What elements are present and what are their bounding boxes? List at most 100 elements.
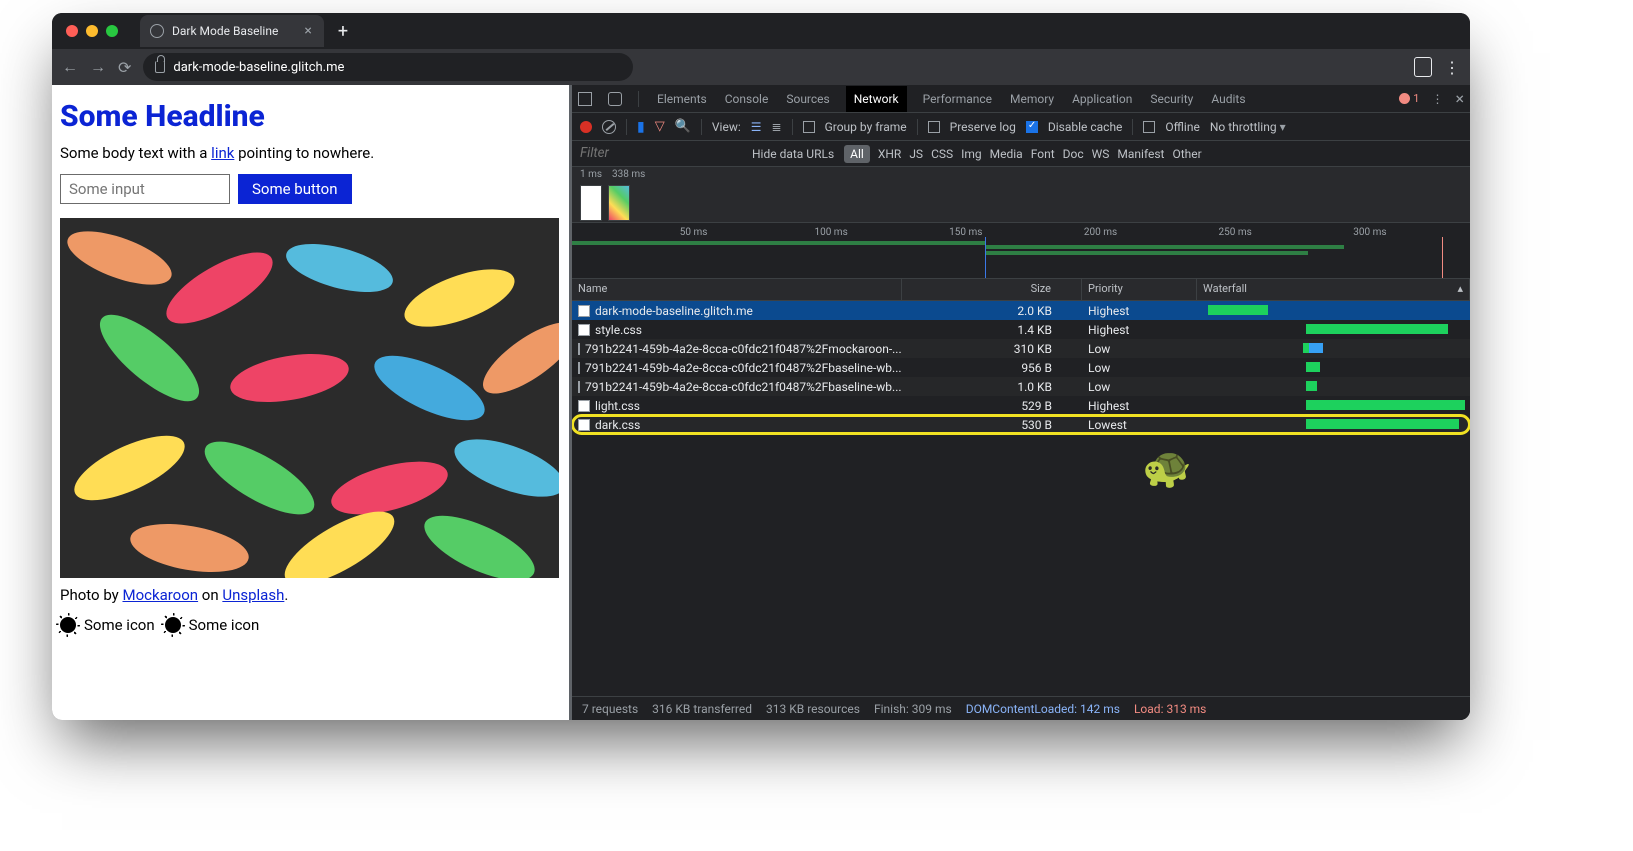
devtools-tab-audits[interactable]: Audits: [1209, 92, 1247, 106]
table-row[interactable]: 791b2241-459b-4a2e-8cca-c0fdc21f0487%2Fb…: [572, 377, 1470, 396]
close-tab-icon[interactable]: ×: [304, 23, 311, 39]
file-name: 791b2241-459b-4a2e-8cca-c0fdc21f0487%2Fm…: [585, 342, 902, 356]
table-row[interactable]: dark-mode-baseline.glitch.me2.0 KBHighes…: [572, 301, 1470, 320]
waterfall-cell: [1197, 339, 1470, 358]
record-icon[interactable]: [580, 121, 592, 133]
overview-strip[interactable]: 1 ms 338 ms: [572, 167, 1470, 223]
view-large-icon[interactable]: ≣: [772, 120, 782, 134]
devtools-tab-console[interactable]: Console: [723, 92, 771, 106]
maximize-window-icon[interactable]: [106, 25, 118, 37]
file-name: 791b2241-459b-4a2e-8cca-c0fdc21f0487%2Fb…: [585, 361, 902, 375]
table-row[interactable]: 791b2241-459b-4a2e-8cca-c0fdc21f0487%2Fb…: [572, 358, 1470, 377]
browser-menu-icon[interactable]: ⋮: [1444, 58, 1460, 77]
waterfall-cell: [1197, 396, 1470, 415]
back-button[interactable]: ←: [62, 57, 78, 77]
devtools-tabs: Elements Console Sources Network Performance…: [572, 85, 1470, 113]
devtools-tab-application[interactable]: Application: [1070, 92, 1134, 106]
type-pill-all[interactable]: All: [844, 145, 870, 163]
file-size: 956 B: [902, 361, 1082, 375]
demo-input[interactable]: [60, 174, 230, 204]
devtools-tab-elements[interactable]: Elements: [655, 92, 709, 106]
waterfall-cell: [1197, 301, 1470, 320]
type-pill-img[interactable]: Img: [961, 147, 982, 161]
file-priority: Highest: [1082, 399, 1197, 413]
status-load: Load: 313 ms: [1134, 702, 1206, 716]
file-icon: [578, 324, 590, 336]
type-pill-ws[interactable]: WS: [1092, 147, 1110, 161]
devtools-tab-network[interactable]: Network: [846, 86, 907, 112]
group-by-frame-checkbox[interactable]: [803, 121, 815, 133]
col-priority[interactable]: Priority: [1082, 279, 1197, 300]
type-pill-xhr[interactable]: XHR: [878, 147, 901, 161]
status-requests: 7 requests: [582, 702, 638, 716]
page-headline: Some Headline: [60, 99, 559, 134]
devtools-tab-memory[interactable]: Memory: [1008, 92, 1056, 106]
file-priority: Low: [1082, 380, 1197, 394]
col-size[interactable]: Size: [902, 279, 1082, 300]
file-size: 310 KB: [902, 342, 1082, 356]
body-link[interactable]: link: [211, 144, 234, 162]
devtools-tab-security[interactable]: Security: [1148, 92, 1195, 106]
address-bar[interactable]: dark-mode-baseline.glitch.me: [143, 53, 633, 81]
close-devtools-icon[interactable]: ×: [1455, 89, 1464, 108]
file-size: 529 B: [902, 399, 1082, 413]
table-row[interactable]: light.css529 BHighest: [572, 396, 1470, 415]
type-pill-doc[interactable]: Doc: [1063, 147, 1084, 161]
timeline-tick: 150 ms: [949, 227, 982, 238]
file-size: 2.0 KB: [902, 304, 1082, 318]
type-pill-media[interactable]: Media: [990, 147, 1023, 161]
throttling-select[interactable]: No throttling: [1210, 120, 1286, 134]
file-priority: Highest: [1082, 304, 1197, 318]
type-pill-other[interactable]: Other: [1172, 147, 1201, 161]
browser-tab[interactable]: Dark Mode Baseline ×: [140, 15, 324, 47]
extensions-icon[interactable]: [1414, 57, 1432, 77]
type-pill-manifest[interactable]: Manifest: [1117, 147, 1164, 161]
body-text: Some body text with a link pointing to n…: [60, 144, 559, 162]
waterfall-cell: [1197, 415, 1470, 434]
file-name: 791b2241-459b-4a2e-8cca-c0fdc21f0487%2Fb…: [585, 380, 902, 394]
table-row[interactable]: dark.css530 BLowest: [572, 415, 1470, 434]
status-transferred: 316 KB transferred: [652, 702, 752, 716]
status-resources: 313 KB resources: [766, 702, 860, 716]
inspect-icon[interactable]: [578, 92, 592, 106]
timeline[interactable]: 50 ms100 ms150 ms200 ms250 ms300 ms: [572, 223, 1470, 279]
credit-site-link[interactable]: Unsplash: [222, 586, 284, 604]
type-pill-font[interactable]: Font: [1031, 147, 1055, 161]
file-priority: Low: [1082, 361, 1197, 375]
error-count-badge[interactable]: 1: [1399, 92, 1419, 105]
url-text: dark-mode-baseline.glitch.me: [173, 60, 344, 75]
filter-input[interactable]: [572, 144, 732, 164]
file-icon: [578, 305, 590, 317]
table-row[interactable]: 791b2241-459b-4a2e-8cca-c0fdc21f0487%2Fm…: [572, 339, 1470, 358]
demo-button[interactable]: Some button: [238, 174, 352, 204]
type-pill-js[interactable]: JS: [909, 147, 923, 161]
screenshot-icon[interactable]: ▮: [637, 119, 645, 135]
type-pill-css[interactable]: CSS: [931, 147, 953, 161]
file-name: style.css: [595, 323, 642, 337]
credit-author-link[interactable]: Mockaroon: [122, 586, 198, 604]
minimize-window-icon[interactable]: [86, 25, 98, 37]
waterfall-cell: [1197, 377, 1470, 396]
devtools-menu-icon[interactable]: ⋮: [1431, 92, 1443, 106]
clear-icon[interactable]: [602, 120, 616, 134]
devtools-tab-performance[interactable]: Performance: [921, 92, 994, 106]
col-waterfall[interactable]: Waterfall▴: [1197, 279, 1470, 300]
col-name[interactable]: Name: [572, 279, 902, 300]
filter-icon[interactable]: ▽: [655, 119, 665, 134]
page-viewport[interactable]: Some Headline Some body text with a link…: [52, 85, 572, 720]
new-tab-button[interactable]: +: [324, 21, 362, 42]
table-row[interactable]: style.css1.4 KBHighest: [572, 320, 1470, 339]
search-icon[interactable]: 🔍: [675, 119, 691, 134]
overview-thumb: [608, 185, 630, 221]
preserve-log-checkbox[interactable]: [928, 121, 940, 133]
view-list-icon[interactable]: ☰: [751, 120, 762, 134]
device-icon[interactable]: [608, 92, 622, 106]
browser-toolbar: ← → ⟳ dark-mode-baseline.glitch.me ⋮: [52, 49, 1470, 85]
forward-button[interactable]: →: [90, 57, 106, 77]
offline-checkbox[interactable]: [1143, 121, 1155, 133]
devtools-tab-sources[interactable]: Sources: [784, 92, 831, 106]
devtools-panel: Elements Console Sources Network Performance…: [572, 85, 1470, 720]
close-window-icon[interactable]: [66, 25, 78, 37]
disable-cache-checkbox[interactable]: [1026, 121, 1038, 133]
reload-button[interactable]: ⟳: [118, 58, 131, 77]
